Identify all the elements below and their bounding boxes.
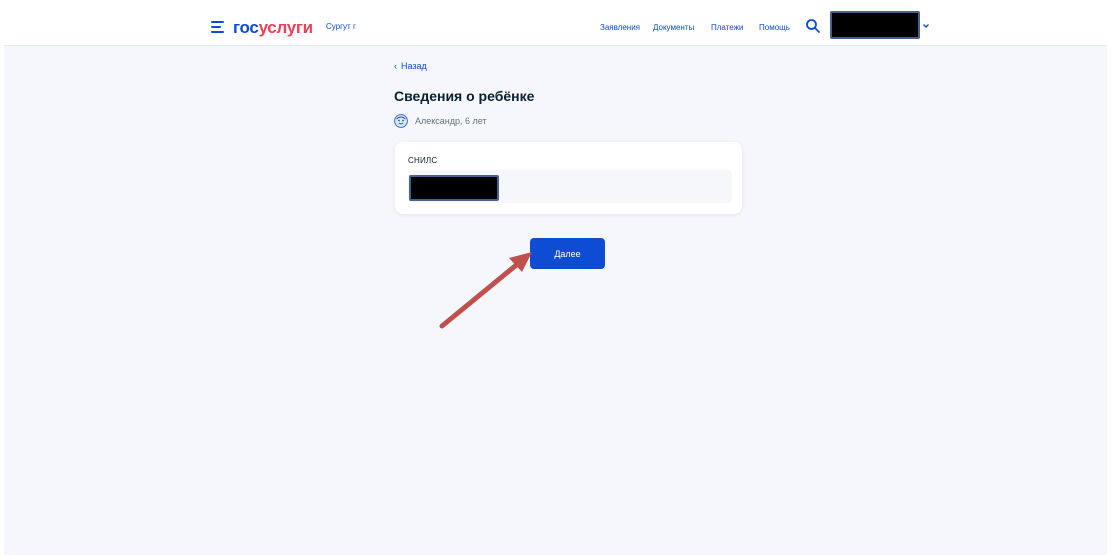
back-link[interactable]: ‹ Назад — [394, 61, 427, 71]
page-title: Сведения о ребёнке — [394, 88, 535, 104]
site-header: госуслуги Сургут г Заявления Документы П… — [4, 8, 1107, 46]
snils-label: СНИЛС — [408, 156, 438, 165]
window-top-edge — [0, 0, 1111, 8]
nav-help[interactable]: Помощь — [759, 23, 790, 32]
chevron-left-icon: ‹ — [394, 61, 397, 71]
window-left-edge — [0, 0, 4, 558]
nav-applications[interactable]: Заявления — [600, 23, 640, 32]
child-avatar-icon — [394, 114, 408, 128]
nav-payments[interactable]: Платежи — [711, 23, 743, 32]
snils-value-redacted — [409, 175, 499, 201]
region-selector[interactable]: Сургут г — [326, 22, 356, 31]
logo-text-part2: услуги — [258, 18, 314, 37]
chevron-down-icon[interactable] — [922, 22, 930, 30]
next-button[interactable]: Далее — [530, 238, 605, 269]
annotation-arrow — [439, 252, 532, 329]
menu-icon[interactable] — [211, 21, 225, 33]
back-label: Назад — [401, 61, 427, 71]
child-info: Александр, 6 лет — [394, 113, 487, 129]
window-right-edge — [1107, 0, 1111, 558]
nav-documents[interactable]: Документы — [653, 23, 694, 32]
child-name: Александр, 6 лет — [415, 116, 487, 126]
logo-text-part1: гос — [233, 18, 259, 37]
snils-card: СНИЛС — [395, 142, 742, 214]
account-menu-redacted[interactable] — [830, 11, 920, 39]
gosuslugi-logo[interactable]: госуслуги — [233, 18, 313, 38]
search-icon[interactable] — [805, 18, 821, 34]
